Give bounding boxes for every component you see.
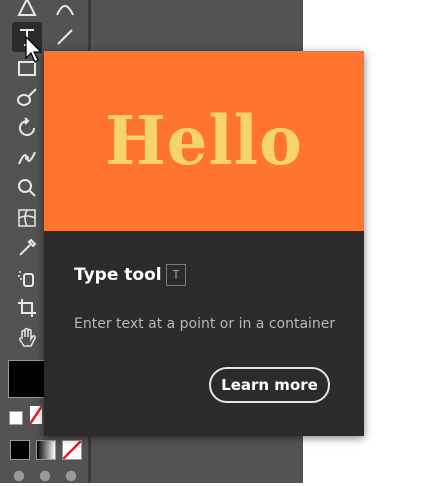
tooltip-hero-image: Hello	[44, 51, 364, 231]
tool-tooltip-card: Hello Type tool T Enter text at a point …	[44, 51, 364, 436]
artboard-tool-icon[interactable]	[12, 293, 42, 323]
none-swatch-icon[interactable]	[28, 405, 44, 425]
rotate-tool-icon[interactable]	[12, 113, 42, 143]
draw-inside-icon[interactable]	[58, 466, 84, 486]
tooltip-title: Type tool	[74, 265, 162, 285]
learn-more-button[interactable]: Learn more	[209, 367, 330, 403]
none-mode-swatch[interactable]	[62, 440, 82, 460]
gradient-mode-swatch[interactable]	[36, 440, 56, 460]
hand-tool-icon[interactable]	[12, 323, 42, 353]
color-mode-swatch[interactable]	[10, 440, 30, 460]
line-tool-icon[interactable]	[50, 22, 80, 52]
symbol-sprayer-tool-icon[interactable]	[12, 263, 42, 293]
shortcut-key-badge: T	[166, 264, 186, 286]
tooltip-description: Enter text at a point or in a container	[74, 316, 336, 332]
fill-color-swatch[interactable]	[8, 360, 46, 398]
mouse-cursor-icon	[25, 36, 43, 63]
shape-builder-tool-icon[interactable]	[12, 173, 42, 203]
pen-tool-icon[interactable]	[12, 0, 42, 22]
paintbrush-tool-icon[interactable]	[12, 83, 42, 113]
draw-behind-icon[interactable]	[32, 466, 58, 486]
mesh-tool-icon[interactable]	[12, 203, 42, 233]
curvature-tool-icon[interactable]	[50, 0, 80, 22]
puppet-warp-tool-icon[interactable]	[12, 143, 42, 173]
eyedropper-tool-icon[interactable]	[12, 233, 42, 263]
draw-normal-icon[interactable]	[6, 466, 32, 486]
default-colors-icon[interactable]	[9, 411, 23, 425]
hero-word: Hello	[105, 101, 303, 181]
